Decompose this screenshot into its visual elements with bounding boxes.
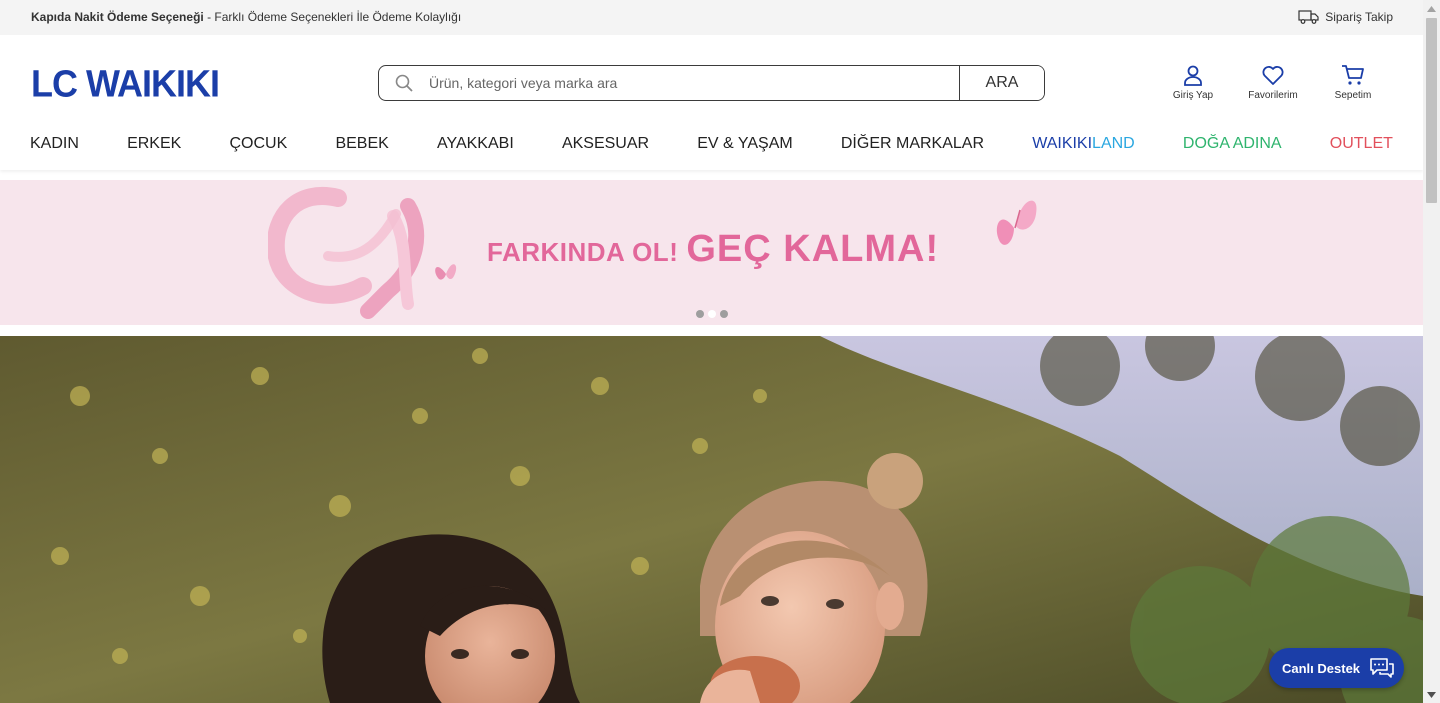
nav-erkek[interactable]: ERKEK (127, 135, 181, 153)
favorites-button[interactable]: Favorilerim (1233, 63, 1313, 101)
scroll-down-arrow-icon[interactable] (1423, 686, 1440, 703)
top-info-bar: Kapıda Nakit Ödeme Seçeneği - Farklı Öde… (0, 0, 1423, 35)
nav-waikikiland[interactable]: WAIKIKILAND (1032, 135, 1135, 153)
search-input[interactable] (429, 66, 959, 100)
search-bar: ARA (378, 65, 1045, 101)
search-button[interactable]: ARA (959, 66, 1044, 100)
chat-icon (1370, 658, 1394, 678)
butterfly-large-icon (996, 200, 1037, 245)
banner-text-1: FARKINDA OL! (487, 237, 679, 267)
scrollbar-thumb[interactable] (1426, 18, 1437, 203)
cart-label: Sepetim (1334, 90, 1372, 101)
cart-icon (1342, 65, 1364, 85)
waikikiland-part-2: LAND (1092, 135, 1135, 152)
login-label: Giriş Yap (1172, 90, 1214, 101)
banner-text-2: GEÇ KALMA! (686, 228, 940, 270)
awareness-banner[interactable]: FARKINDA OL! GEÇ KALMA! (0, 180, 1423, 325)
user-icon (1184, 65, 1202, 86)
page-scrollbar[interactable] (1423, 0, 1440, 703)
butterfly-icon (435, 264, 457, 280)
search-icon (379, 66, 429, 100)
pink-ribbon-icon (268, 187, 425, 319)
hero-image[interactable] (0, 336, 1423, 703)
waikikiland-part-1: WAIKIKI (1032, 135, 1093, 152)
favorites-label: Favorilerim (1248, 90, 1298, 101)
slider-dot-2[interactable] (708, 310, 716, 318)
main-nav: KADIN ERKEK ÇOCUK BEBEK AYAKKABI AKSESUA… (30, 132, 1393, 156)
slider-dot-3[interactable] (720, 310, 728, 318)
nav-outlet[interactable]: OUTLET (1330, 135, 1393, 153)
live-support-label: Canlı Destek (1282, 660, 1361, 676)
payment-info-message: Kapıda Nakit Ödeme Seçeneği - Farklı Öde… (31, 10, 461, 24)
nav-diger-markalar[interactable]: DİĞER MARKALAR (841, 135, 984, 153)
login-button[interactable]: Giriş Yap (1153, 63, 1233, 101)
nav-ev-yasam[interactable]: EV & YAŞAM (697, 135, 792, 153)
heart-icon (1262, 66, 1284, 85)
nav-kadin[interactable]: KADIN (30, 135, 79, 153)
nav-ayakkabi[interactable]: AYAKKABI (437, 135, 514, 153)
site-header: LC WAIKIKI ARA Giriş Yap Favorilerim Sep… (0, 35, 1423, 170)
live-support-button[interactable]: Canlı Destek (1269, 648, 1404, 688)
truck-icon (1298, 10, 1319, 24)
nav-doga-adina[interactable]: DOĞA ADINA (1183, 135, 1282, 153)
cart-button[interactable]: Sepetim (1313, 63, 1393, 101)
payment-info-bold: Kapıda Nakit Ödeme Seçeneği (31, 10, 204, 24)
lc-waikiki-logo[interactable]: LC WAIKIKI (31, 65, 220, 103)
nav-cocuk[interactable]: ÇOCUK (230, 135, 288, 153)
page: Kapıda Nakit Ödeme Seçeneği - Farklı Öde… (0, 0, 1440, 703)
hero-photo-illustration (0, 336, 1423, 703)
scroll-up-arrow-icon[interactable] (1423, 0, 1440, 17)
banner-headline: FARKINDA OL! GEÇ KALMA! (487, 228, 939, 271)
nav-bebek[interactable]: BEBEK (335, 135, 388, 153)
user-actions: Giriş Yap Favorilerim Sepetim (1153, 63, 1393, 101)
order-track-label: Sipariş Takip (1325, 10, 1393, 24)
slider-dot-1[interactable] (696, 310, 704, 318)
nav-aksesuar[interactable]: AKSESUAR (562, 135, 649, 153)
order-track-link[interactable]: Sipariş Takip (1298, 9, 1393, 25)
slider-dots (696, 310, 728, 318)
payment-info-text: - Farklı Ödeme Seçenekleri İle Ödeme Kol… (203, 10, 462, 24)
